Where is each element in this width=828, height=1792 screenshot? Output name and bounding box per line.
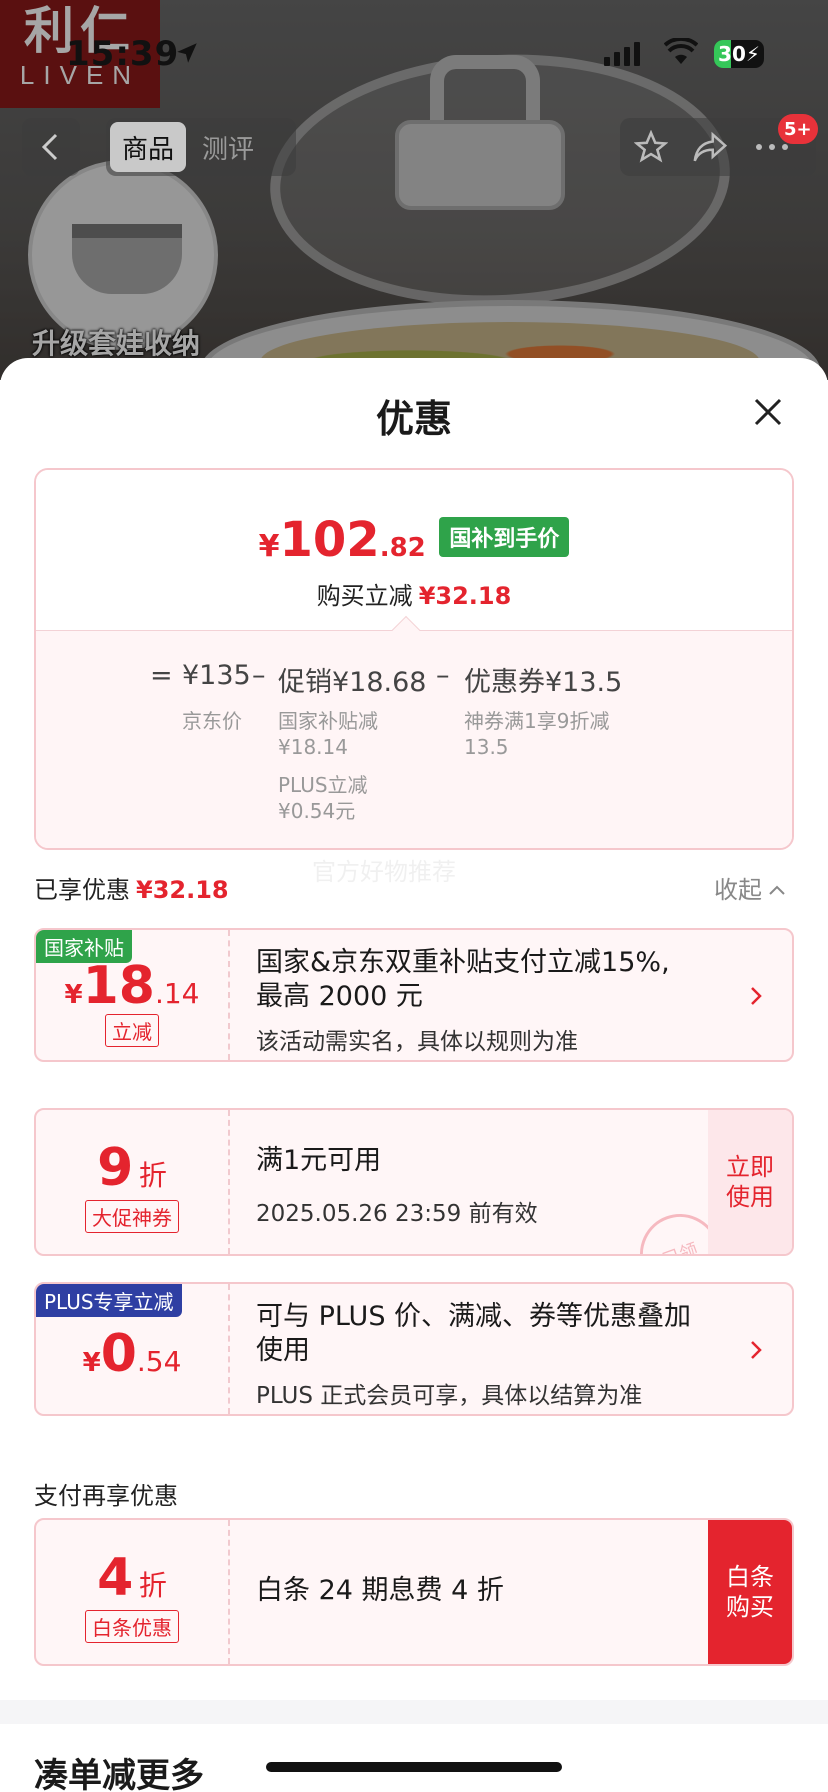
coupon-card-subsidy[interactable]: 国家补贴 ¥18.14 立减 国家&京东双重补贴支付立减15%, 最高 2000 … — [34, 928, 794, 1062]
price-type-badge: 国补到手价 — [439, 517, 570, 557]
share-icon[interactable] — [692, 130, 728, 164]
more-deals-title: 凑单减更多 — [34, 1756, 204, 1792]
wifi-icon — [664, 38, 698, 64]
formula-promo-item: PLUS立减 — [278, 773, 368, 797]
formula-jd-label: 京东价 — [182, 709, 242, 733]
coupon-title: 满1元可用 — [256, 1145, 382, 1176]
baitiao-buy-button[interactable]: 白条 购买 — [708, 1520, 792, 1664]
formula-jd-price: ¥135 — [182, 660, 251, 691]
formula-coupon: 优惠券¥13.5 — [464, 667, 623, 698]
formula-coupon-item: 13.5 — [464, 735, 509, 759]
baitiao-title: 白条 24 期息费 4 折 — [256, 1575, 504, 1606]
tab-product[interactable]: 商品 — [110, 122, 187, 172]
coupon-desc: PLUS 正式会员可享，具体以结算为准 — [256, 1383, 643, 1409]
more-dots-icon[interactable] — [754, 142, 790, 152]
buy-reduce-line: 购买立减 ¥32.18 — [316, 582, 512, 610]
status-time: 15:39 — [66, 34, 180, 74]
discount-sheet: 优惠 ¥102.82 国补到手价 购买立减 ¥32.18 = ¥135 京东价 –… — [0, 358, 828, 1792]
coupon-type-label: 立减 — [105, 1014, 159, 1047]
baitiao-amount: 4 折 — [97, 1548, 167, 1608]
formula-minus: – — [252, 660, 266, 691]
cellular-signal-icon — [604, 42, 640, 66]
pay-more-heading: 支付再享优惠 — [34, 1482, 178, 1510]
formula-minus: – — [436, 660, 450, 691]
coupon-tag: PLUS专享立减 — [36, 1284, 182, 1317]
coupon-amount: ¥18.14 — [64, 956, 200, 1016]
chevron-up-icon — [769, 885, 785, 895]
watermark-text: 官方好物推荐 — [312, 858, 456, 886]
collapse-button[interactable]: 收起 — [714, 870, 786, 905]
coupon-amount: 9 折 — [97, 1138, 167, 1198]
chevron-right-icon — [751, 1341, 762, 1359]
formula-coupon-item: 神券满1享9折减 — [464, 709, 610, 733]
location-arrow-icon — [177, 43, 197, 63]
formula-promo-item: ¥18.14 — [278, 735, 348, 759]
coupon-amount: ¥0.54 — [82, 1324, 182, 1384]
formula-promo-item: ¥0.54元 — [278, 799, 356, 823]
formula-promo: 促销¥18.68 — [278, 667, 427, 698]
battery-indicator: 30 ⚡ — [714, 40, 764, 68]
sheet-title: 优惠 — [375, 397, 452, 441]
coupon-card-discount[interactable]: 9 折 大促神券 满1元可用 2025.05.26 23:59 前有效 已领 立… — [34, 1108, 794, 1256]
close-icon[interactable] — [748, 392, 788, 432]
section-divider — [0, 1700, 828, 1724]
message-badge: 5+ — [778, 114, 818, 144]
star-icon[interactable] — [634, 130, 668, 164]
tab-review[interactable]: 测评 — [190, 122, 266, 172]
price-summary: ¥102.82 国补到手价 购买立减 ¥32.18 = ¥135 京东价 – 促销… — [34, 468, 794, 850]
coupon-title: 国家&京东双重补贴支付立减15%, 最高 2000 元 — [256, 947, 670, 1012]
coupon-expiry: 2025.05.26 23:59 前有效 — [256, 1201, 538, 1227]
baitiao-type-label: 白条优惠 — [85, 1610, 179, 1643]
baitiao-card[interactable]: 4 折 白条优惠 白条 24 期息费 4 折 白条 购买 — [34, 1518, 794, 1666]
coupon-title: 可与 PLUS 价、满减、券等优惠叠加 使用 — [256, 1301, 692, 1366]
home-indicator[interactable] — [266, 1762, 562, 1772]
chevron-right-icon — [751, 987, 762, 1005]
coupon-type-label: 大促神券 — [85, 1200, 179, 1233]
formula-equals: = — [150, 660, 173, 691]
back-button[interactable] — [22, 118, 80, 176]
product-tabs: 商品 测评 — [106, 118, 296, 176]
chevron-left-icon — [41, 133, 58, 161]
coupon-desc: 该活动需实名，具体以规则为准 — [256, 1029, 578, 1055]
final-price: ¥102.82 国补到手价 — [36, 512, 792, 568]
enjoyed-discount: 已享优惠 ¥32.18 — [34, 876, 229, 904]
formula-promo-item: 国家补贴减 — [278, 709, 378, 733]
use-now-button[interactable]: 立即 使用 — [708, 1110, 792, 1254]
coupon-card-plus[interactable]: PLUS专享立减 ¥0.54 可与 PLUS 价、满减、券等优惠叠加 使用 PLU… — [34, 1282, 794, 1416]
